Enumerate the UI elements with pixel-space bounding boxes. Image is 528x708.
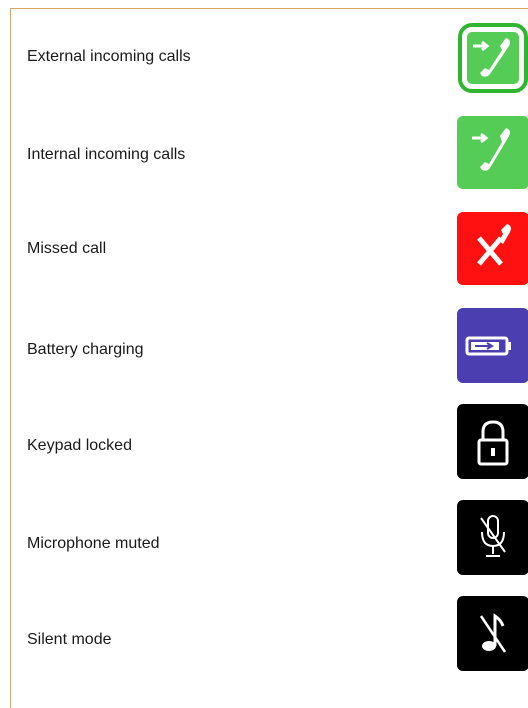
microphone-muted-icon: [457, 500, 528, 575]
external-incoming-call-icon: [457, 22, 528, 94]
status-row-battery-charging: Battery charging: [10, 308, 528, 383]
battery-charging-icon: [457, 308, 528, 383]
status-row-internal-incoming: Internal incoming calls: [10, 116, 528, 189]
keypad-locked-icon: [457, 404, 528, 479]
status-label: External incoming calls: [27, 48, 191, 65]
status-label: Keypad locked: [27, 437, 132, 454]
status-label: Silent mode: [27, 631, 112, 648]
silent-mode-icon: [457, 596, 528, 671]
status-row-external-incoming: External incoming calls: [10, 22, 528, 94]
status-row-microphone-muted: Microphone muted: [10, 500, 528, 575]
status-label: Internal incoming calls: [27, 146, 186, 163]
missed-call-icon: [457, 212, 528, 285]
status-label: Battery charging: [27, 341, 144, 358]
status-label: Microphone muted: [27, 535, 160, 552]
status-label: Missed call: [27, 240, 107, 257]
status-row-silent-mode: Silent mode: [10, 596, 528, 671]
status-row-missed-call: Missed call: [10, 212, 528, 285]
status-row-keypad-locked: Keypad locked: [10, 404, 528, 479]
internal-incoming-call-icon: [457, 116, 528, 189]
